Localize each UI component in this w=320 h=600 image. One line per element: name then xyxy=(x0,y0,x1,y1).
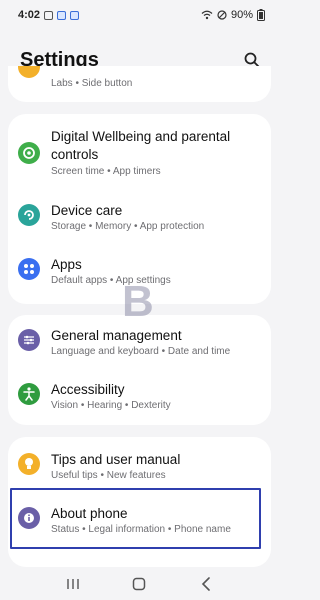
partial-card: Labs • Side button xyxy=(8,66,271,102)
home-button[interactable] xyxy=(129,574,149,594)
mute-icon xyxy=(217,10,227,20)
app-notification-icon-2 xyxy=(70,10,80,20)
wellbeing-icon xyxy=(18,142,40,164)
back-button[interactable] xyxy=(196,574,216,594)
accessibility-icon xyxy=(18,383,40,405)
status-time: 4:02 xyxy=(18,9,41,21)
settings-item-device-care[interactable]: Device care Storage • Memory • App prote… xyxy=(8,194,271,244)
item-subtitle: Storage • Memory • App protection xyxy=(51,221,205,232)
item-title: Digital Wellbeing and parental controls xyxy=(51,129,231,162)
back-icon xyxy=(201,577,210,591)
settings-item-accessibility[interactable]: Accessibility Vision • Hearing • Dexteri… xyxy=(8,373,271,423)
highlight-box xyxy=(10,488,261,549)
app-notification-icon xyxy=(57,10,67,20)
advanced-features-icon xyxy=(18,66,40,78)
settings-item-tips[interactable]: Tips and user manual Useful tips • New f… xyxy=(8,443,271,493)
item-title: General management xyxy=(51,328,182,343)
item-subtitle: Screen time • App timers xyxy=(51,166,161,177)
apps-icon xyxy=(18,258,40,280)
status-right: 90% xyxy=(201,9,265,21)
battery-level: 90% xyxy=(230,9,253,21)
status-left: 4:02 xyxy=(18,9,80,21)
gallery-notification-icon xyxy=(44,10,54,20)
lightbulb-icon xyxy=(18,453,40,475)
battery-icon xyxy=(257,9,265,21)
settings-group-1: Digital Wellbeing and parental controls … xyxy=(8,114,271,304)
sliders-icon xyxy=(18,329,40,351)
item-title: Apps xyxy=(51,257,82,272)
watermark-logo: B xyxy=(122,277,154,326)
item-subtitle: Vision • Hearing • Dexterity xyxy=(51,400,171,411)
recent-apps-button[interactable] xyxy=(63,574,83,594)
device-care-icon xyxy=(18,204,40,226)
settings-group-2: General management Language and keyboard… xyxy=(8,315,271,425)
navigation-bar xyxy=(0,568,279,600)
partial-item-subtitle: Labs • Side button xyxy=(51,78,133,89)
item-subtitle: Language and keyboard • Date and time xyxy=(51,346,231,357)
recent-apps-icon xyxy=(67,579,79,589)
partial-list-item[interactable]: Labs • Side button xyxy=(8,66,271,102)
item-title: Device care xyxy=(51,203,123,218)
wifi-icon xyxy=(201,10,213,20)
status-bar: 4:02 90% xyxy=(0,0,279,30)
item-title: Tips and user manual xyxy=(51,452,181,467)
settings-item-digital-wellbeing[interactable]: Digital Wellbeing and parental controls … xyxy=(8,124,271,186)
item-subtitle: Useful tips • New features xyxy=(51,470,166,481)
home-icon xyxy=(133,577,146,591)
item-title: Accessibility xyxy=(51,382,125,397)
settings-item-general-management[interactable]: General management Language and keyboard… xyxy=(8,319,271,369)
